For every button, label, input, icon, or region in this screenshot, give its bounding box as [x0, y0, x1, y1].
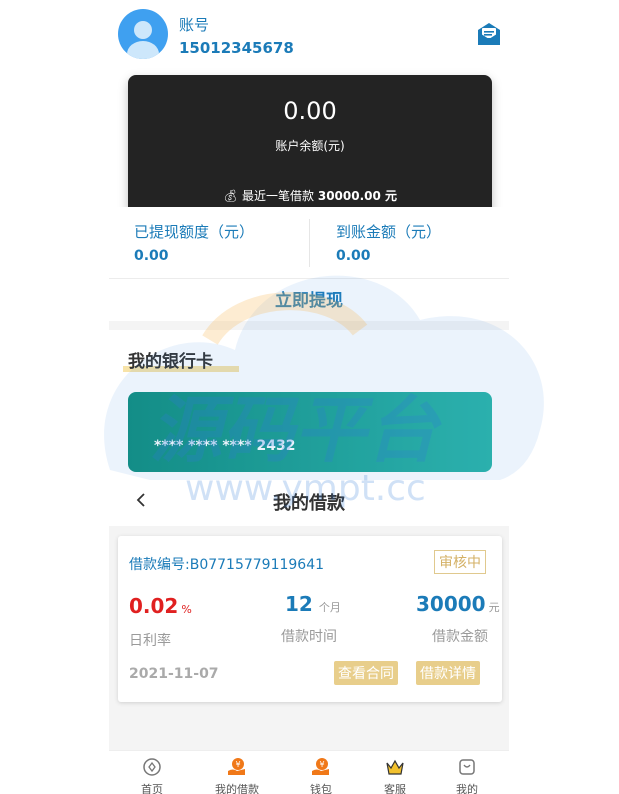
- account-label: 账号: [179, 16, 210, 34]
- amount-unit: 元: [488, 601, 500, 614]
- withdrawn-stat: 已提现额度（元） 0.00: [134, 221, 254, 264]
- term-label: 借款时间: [281, 629, 337, 645]
- avatar-head: [134, 21, 152, 39]
- tab-home[interactable]: 首页: [112, 751, 192, 794]
- svg-text:¥: ¥: [319, 760, 324, 769]
- rate-number: 0.02: [129, 594, 179, 618]
- view-contract-button[interactable]: 查看合同: [334, 661, 398, 685]
- withdraw-stats: 已提现额度（元） 0.00 到账金额（元） 0.00: [109, 207, 509, 279]
- recent-loan-prefix: 最近一笔借款: [242, 189, 315, 203]
- tab-my-loans[interactable]: ¥ 我的借款: [197, 751, 277, 794]
- account-header: 账号 15012345678 0.00 账户余额(元) 💰︎ 最近一笔借款 30…: [109, 0, 509, 225]
- balance-card: 0.00 账户余额(元) 💰︎ 最近一笔借款 30000.00 元: [128, 75, 492, 225]
- tab-mine[interactable]: 我的: [427, 751, 507, 794]
- rate-value: 0.02%: [129, 594, 192, 618]
- loan-date: 2021-11-07: [129, 666, 219, 682]
- tab-service[interactable]: 客服: [355, 751, 435, 794]
- tab-wallet-label: 钱包: [310, 783, 332, 794]
- loan-icon: ¥: [228, 758, 245, 775]
- loan-title: 我的借款: [273, 493, 345, 514]
- tab-my-loans-label: 我的借款: [215, 783, 259, 794]
- bank-card[interactable]: **** **** **** 2432: [128, 392, 492, 472]
- svg-text:¥: ¥: [235, 760, 240, 769]
- rate-unit: %: [181, 603, 192, 616]
- arrived-stat: 到账金额（元） 0.00: [336, 221, 441, 264]
- loan-header: 我的借款: [109, 474, 509, 526]
- crown-icon: [386, 759, 404, 775]
- loan-detail-button[interactable]: 借款详情: [416, 661, 480, 685]
- tab-wallet[interactable]: ¥ 钱包: [281, 751, 361, 794]
- wallet-icon: ¥: [312, 758, 329, 775]
- recent-loan-value: 30000.00 元: [317, 189, 398, 203]
- term-number: 12: [285, 592, 313, 616]
- rate-label: 日利率: [129, 633, 171, 649]
- app-screen: 账号 15012345678 0.00 账户余额(元) 💰︎ 最近一笔借款 30…: [109, 0, 509, 794]
- tab-service-label: 客服: [384, 783, 406, 794]
- profile-icon: [459, 759, 475, 775]
- bank-card-number: **** **** **** 2432: [154, 438, 296, 454]
- amount-label: 借款金额: [432, 629, 488, 645]
- tab-home-label: 首页: [141, 783, 163, 794]
- avatar[interactable]: [118, 9, 168, 59]
- arrived-label: 到账金额（元）: [336, 223, 442, 241]
- account-phone: 15012345678: [179, 39, 294, 57]
- loan-card: 借款编号:B07715779119641 审核中 0.02% 日利率 12 个月 …: [118, 536, 502, 702]
- recent-loan: 💰︎ 最近一笔借款 30000.00 元: [128, 187, 492, 204]
- arrived-value: 0.00: [336, 248, 371, 264]
- message-icon[interactable]: [475, 20, 503, 48]
- coin-stack-icon: 💰︎: [222, 189, 239, 203]
- bottom-tabbar: 首页 ¥ 我的借款 ¥ 钱包 客服 我的: [109, 750, 509, 794]
- withdrawn-label: 已提现额度（元）: [134, 223, 255, 241]
- loan-number: 借款编号:B07715779119641: [129, 557, 325, 573]
- home-icon: [143, 758, 161, 776]
- amount-value: 30000 元: [416, 592, 500, 616]
- term-unit: 个月: [318, 601, 341, 614]
- balance-amount: 0.00: [283, 97, 337, 125]
- bank-title: 我的银行卡: [128, 352, 213, 372]
- tab-mine-label: 我的: [456, 783, 478, 794]
- stat-divider: [309, 219, 310, 267]
- withdrawn-value: 0.00: [134, 248, 169, 264]
- amount-number: 30000: [416, 592, 486, 616]
- avatar-body: [127, 41, 159, 59]
- balance-label: 账户余额(元): [275, 139, 345, 153]
- term-value: 12 个月: [285, 592, 341, 616]
- status-badge: 审核中: [434, 550, 486, 574]
- withdraw-button[interactable]: 立即提现: [109, 279, 509, 321]
